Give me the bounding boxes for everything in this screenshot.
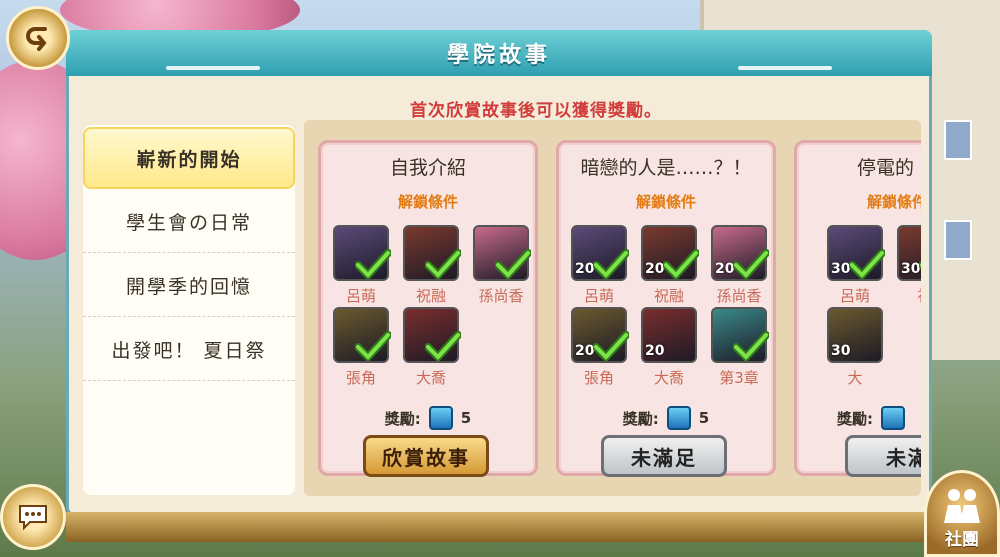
- not-met-button[interactable]: 未滿: [845, 435, 921, 477]
- back-arrow-icon: [26, 27, 47, 51]
- reward-label: 獎勵:: [837, 409, 873, 428]
- story-title: 暗戀的人是……？！: [580, 157, 752, 179]
- story-card: 停電的 解鎖條件 獎勵: 未滿 30呂萌30祝30張角30大: [794, 140, 921, 477]
- unlock-condition-label: 解鎖條件: [635, 193, 696, 211]
- checkmark-icon: [593, 331, 629, 361]
- crystal-icon: [428, 406, 453, 430]
- hero-name: 祝融: [415, 287, 446, 305]
- checkmark-icon: [425, 331, 461, 361]
- hero-slot[interactable]: 20 呂萌: [571, 225, 629, 307]
- hero-name: 大喬: [415, 369, 446, 387]
- hero-slot[interactable]: 20 祝融: [641, 225, 699, 307]
- reward-row: 獎勵: 5: [321, 405, 535, 431]
- checkmark-icon: [355, 331, 391, 361]
- back-button[interactable]: [6, 6, 70, 70]
- reward-count: 5: [460, 409, 472, 427]
- hero-slot[interactable]: 第3章: [711, 307, 769, 389]
- club-button[interactable]: 社團: [924, 470, 1000, 557]
- view-story-button[interactable]: 欣賞故事: [363, 435, 489, 477]
- bottom-strip: [66, 512, 932, 542]
- checkmark-icon: [425, 249, 461, 279]
- header-decor-bar: [166, 66, 260, 70]
- reward-count: 5: [698, 409, 710, 427]
- hero-slot[interactable]: 大喬: [403, 307, 461, 389]
- hero-level: 30: [831, 343, 851, 359]
- hero-slot[interactable]: 30 呂萌: [827, 225, 885, 307]
- not-met-button[interactable]: 未滿足: [601, 435, 727, 477]
- reward-row: 獎勵: 5: [559, 405, 773, 431]
- hero-level: 20: [645, 343, 665, 359]
- story-card: 暗戀的人是……？！ 解鎖條件 獎勵: 5 未滿足 20 呂萌 20 祝融 20 孫尚香 20…: [556, 140, 776, 477]
- checkmark-icon: [849, 249, 885, 279]
- hero-level: 20: [645, 261, 665, 277]
- checkmark-icon: [355, 249, 391, 279]
- hero-slot[interactable]: 孫尚香: [473, 225, 531, 307]
- page-title: 學院故事: [446, 43, 551, 68]
- checkmark-icon: [733, 331, 769, 361]
- checkmark-icon: [593, 249, 629, 279]
- sidebar-item-chapter-4[interactable]: 出發吧！ 夏日祭: [83, 319, 295, 381]
- hero-slot[interactable]: 20 孫尚香: [711, 225, 769, 307]
- hero-slot[interactable]: 20 大喬: [641, 307, 697, 389]
- club-icon: [944, 489, 980, 523]
- sidebar-item-label: 開學季的回憶: [125, 276, 252, 298]
- hero-name: 祝: [889, 285, 921, 306]
- sidebar-item-chapter-2[interactable]: 學生會の日常: [83, 191, 295, 253]
- story-title: 自我介紹: [389, 157, 466, 179]
- hero-slot[interactable]: 張角: [333, 307, 391, 389]
- header-decor-bar: [738, 66, 832, 70]
- unlock-condition-label: 解鎖條件: [397, 193, 458, 211]
- crystal-icon: [881, 406, 905, 430]
- reward-notice: 首次欣賞故事後可以獲得獎勵。: [410, 101, 662, 121]
- hero-name: 張角: [583, 369, 614, 387]
- reward-label: 獎勵:: [384, 409, 421, 428]
- story-card: 自我介紹 解鎖條件 獎勵: 5 欣賞故事 呂萌 祝融 孫尚香張角 大喬: [318, 140, 538, 477]
- reward-row: 獎勵:: [797, 405, 921, 431]
- hero-level: 20: [575, 343, 595, 359]
- club-label: 社團: [945, 530, 979, 550]
- hero-name: 呂萌: [345, 287, 376, 305]
- story-board[interactable]: 自我介紹 解鎖條件 獎勵: 5 欣賞故事 呂萌 祝融 孫尚香張角 大喬 暗戀的人是………: [304, 120, 921, 496]
- hero-slot[interactable]: 呂萌: [333, 225, 391, 307]
- hero-slot[interactable]: 20 張角: [571, 307, 629, 389]
- hero-slot[interactable]: 30 大: [827, 307, 883, 389]
- hero-name: 大喬: [653, 369, 684, 387]
- unlock-condition-label: 解鎖條件: [867, 193, 921, 211]
- hero-name: 孫尚香: [478, 287, 524, 305]
- reward-label: 獎勵:: [622, 409, 659, 428]
- hero-name: 大: [847, 369, 863, 387]
- hero-level: 30: [831, 261, 851, 277]
- sidebar-item-label: 出發吧！ 夏日祭: [111, 340, 267, 362]
- hero-level: 20: [575, 261, 595, 277]
- sidebar-item-chapter-1[interactable]: 嶄新的開始: [83, 127, 295, 189]
- crystal-icon: [666, 406, 691, 430]
- sidebar-item-chapter-3[interactable]: 開學季的回憶: [83, 255, 295, 317]
- checkmark-icon: [663, 249, 699, 279]
- sidebar-item-label: 嶄新的開始: [136, 148, 242, 171]
- story-title: 停電的: [857, 157, 915, 179]
- chat-icon: [19, 505, 47, 531]
- hero-name: 孫尚香: [716, 287, 762, 305]
- hero-name: 張角: [345, 369, 376, 387]
- checkmark-icon: [919, 261, 921, 270]
- hero-name: 第3章: [719, 369, 759, 387]
- chapter-sidebar: 嶄新的開始 學生會の日常 開學季的回憶 出發吧！ 夏日祭: [83, 125, 295, 495]
- panel-header: 學院故事: [66, 30, 932, 76]
- hero-slot[interactable]: 祝融: [403, 225, 461, 307]
- checkmark-icon: [495, 249, 531, 279]
- hero-level: 20: [715, 261, 735, 277]
- checkmark-icon: [733, 249, 769, 279]
- hero-name: 呂萌: [583, 287, 614, 305]
- hero-name: 呂萌: [839, 287, 870, 305]
- hero-level: 30: [901, 261, 921, 277]
- hero-name: 祝融: [653, 287, 684, 305]
- sidebar-item-label: 學生會の日常: [125, 212, 252, 234]
- hero-slot[interactable]: 30祝: [897, 225, 921, 307]
- chat-button[interactable]: [0, 484, 66, 550]
